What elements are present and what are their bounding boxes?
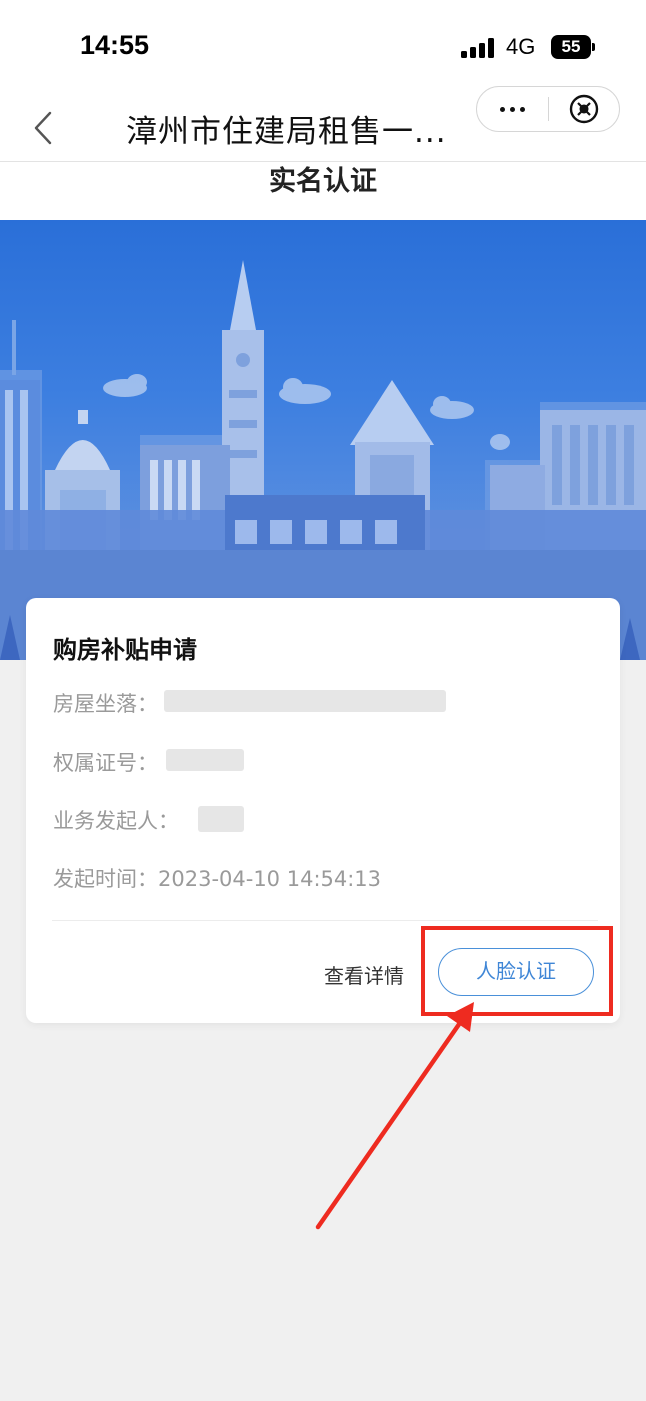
red-arrow-annotation: [315, 1002, 474, 1230]
